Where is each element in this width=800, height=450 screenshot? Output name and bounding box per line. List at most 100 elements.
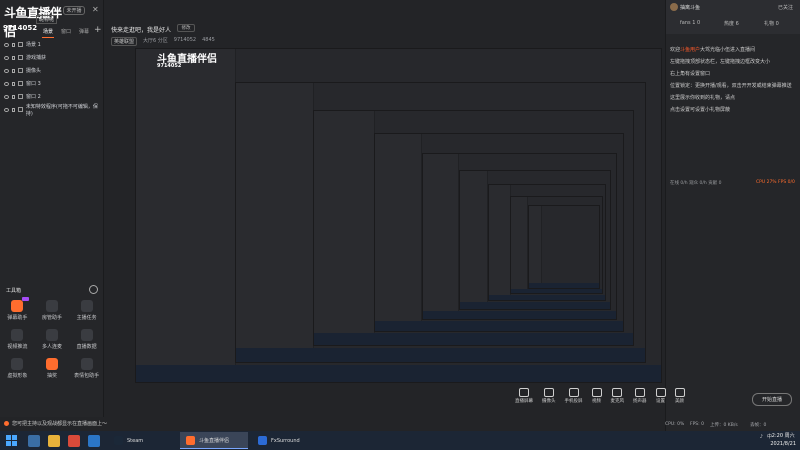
lock-icon[interactable] xyxy=(12,42,15,47)
eye-icon[interactable] xyxy=(4,42,9,47)
tool-icon xyxy=(45,300,58,312)
taskbar-apps: Steam 斗鱼直播伴侣 FxSurround xyxy=(104,432,320,449)
app-label: Steam xyxy=(127,437,144,444)
folder-icon[interactable] xyxy=(48,434,60,447)
source-label: 未知特效程序(可拖不可编辑，保持) xyxy=(25,103,98,117)
mic-control[interactable]: 麦克风 xyxy=(611,388,624,404)
close-icon[interactable]: ✕ xyxy=(92,5,99,14)
lock-icon[interactable] xyxy=(12,68,15,73)
drop-stat: 丢帧：0 xyxy=(750,423,767,428)
follow-status[interactable]: 已关注 xyxy=(778,4,793,11)
speaker-control[interactable]: 扬声器 xyxy=(633,388,647,404)
meta-item: 4845 xyxy=(202,37,215,43)
tool-item[interactable]: 视频推流 xyxy=(0,329,35,350)
control-label: 手机投屏 xyxy=(564,399,583,404)
source-item[interactable]: 窗口 2 xyxy=(0,90,104,103)
app-icon xyxy=(114,436,123,445)
control-label: 直播屏幕 xyxy=(515,399,533,404)
tool-label: 弹幕助手 xyxy=(7,315,28,321)
tool-item[interactable]: 抽奖 xyxy=(35,358,70,379)
source-item[interactable]: 窗口 3 xyxy=(0,77,104,90)
control-label: 美颜 xyxy=(675,399,684,404)
phone-control[interactable]: 手机投屏 xyxy=(565,388,583,404)
toolbox-title: 工具箱 xyxy=(6,288,22,294)
eye-icon[interactable] xyxy=(4,107,9,112)
gear-control[interactable]: 设置 xyxy=(655,388,666,404)
chrome-icon[interactable] xyxy=(68,434,80,447)
screen-control[interactable]: 直播屏幕 xyxy=(515,388,533,404)
tool-label: 多人连麦 xyxy=(41,344,62,350)
control-label: 扬声器 xyxy=(633,399,647,404)
eye-icon[interactable] xyxy=(4,94,9,99)
tool-item[interactable]: 直播数据 xyxy=(69,329,104,350)
category-badge[interactable]: 英雄联盟 xyxy=(111,37,138,46)
source-type-icon xyxy=(17,107,23,112)
chat-stats-right: CPU 27% FPS 0/0 xyxy=(756,180,795,185)
windows-start-icon[interactable] xyxy=(6,434,18,447)
mic-icon xyxy=(612,388,623,397)
app-icon xyxy=(186,435,195,445)
tool-item[interactable]: 主播任务 xyxy=(69,300,104,321)
taskbar-clock[interactable]: 2:20 周六 2021/8/21 xyxy=(770,432,796,448)
beauty-icon xyxy=(674,388,685,397)
source-item[interactable]: 场景 1 xyxy=(0,38,104,51)
mail-icon[interactable] xyxy=(88,434,100,447)
live-status-chip[interactable]: 未开播 xyxy=(63,6,85,15)
windows-taskbar: Steam 斗鱼直播伴侣 FxSurround ♪ 中 2:20 周六 2021/8… xyxy=(0,431,800,450)
tool-icon xyxy=(80,358,93,370)
tool-label: 主播任务 xyxy=(76,315,97,321)
source-item[interactable]: 未知特效程序(可拖不可编辑，保持) xyxy=(0,103,104,117)
streamer-name: 抽离斗鱼 xyxy=(680,5,701,11)
left-panel: 斗鱼直播伴侣 未开播 ✕ 昵称呢 9714052 场景 窗口 弹幕 + 场景 1… xyxy=(0,0,104,431)
user-name[interactable]: 昵称呢 xyxy=(36,15,58,24)
eye-icon[interactable] xyxy=(4,55,9,60)
gear-icon[interactable] xyxy=(89,285,98,294)
avatar[interactable] xyxy=(670,3,678,11)
footer-tip: 您可把主持以及观战都显示在直播画面上～ xyxy=(0,417,665,431)
eye-icon[interactable] xyxy=(4,68,9,73)
taskbar-app[interactable]: Steam xyxy=(108,432,176,449)
tool-item[interactable]: 房管助手 xyxy=(35,300,70,321)
tab-window[interactable]: 窗口 xyxy=(60,28,72,38)
chat-message: 右上角有设置窗口 xyxy=(670,71,711,77)
tool-icon xyxy=(11,329,24,341)
live-preview[interactable]: 斗鱼直播伴侣 9714052 xyxy=(135,48,662,383)
browser-icon[interactable] xyxy=(28,434,40,447)
tool-item[interactable]: 表情包助手 xyxy=(69,358,104,379)
lock-icon[interactable] xyxy=(12,55,15,60)
tab-scene[interactable]: 场景 xyxy=(42,28,55,38)
source-item[interactable]: 游戏捕获 xyxy=(0,51,104,64)
taskbar-app[interactable]: 斗鱼直播伴侣 xyxy=(180,432,248,449)
source-type-icon xyxy=(18,42,23,47)
tool-item[interactable]: 弹幕助手 xyxy=(0,297,35,321)
taskbar-app[interactable]: FxSurround xyxy=(252,432,320,449)
eye-icon[interactable] xyxy=(4,81,9,86)
tool-item[interactable]: 虚拟形象 xyxy=(0,358,35,379)
fps-stat: FPS: 0 xyxy=(690,422,704,427)
chat-message: 欢迎斗鱼用户大驾光临小伍进入直播间 xyxy=(670,47,756,53)
app-label: 斗鱼直播伴侣 xyxy=(199,437,230,444)
source-item[interactable]: 摄像头 xyxy=(0,64,104,77)
stream-title[interactable]: 快来走逛吧，我是好人 xyxy=(111,25,171,34)
chat-message: 位置锁定：更换开播/观看，双击开开发或结束弹幕推送 xyxy=(670,83,792,89)
cpu-stat: CPU: 0% xyxy=(665,422,685,427)
add-scene-button[interactable]: + xyxy=(94,25,102,35)
camera-control[interactable]: 摄像头 xyxy=(542,388,556,404)
source-label: 游戏捕获 xyxy=(26,55,47,61)
edit-title-button[interactable]: 修改 xyxy=(177,24,195,32)
lock-icon[interactable] xyxy=(12,94,15,99)
volume-icon[interactable]: ♪ xyxy=(760,434,763,440)
start-live-button[interactable]: 开始直播 xyxy=(752,393,792,406)
lock-icon[interactable] xyxy=(12,81,15,86)
beauty-control[interactable]: 美颜 xyxy=(674,388,685,404)
chat-list: 欢迎斗鱼用户大驾光临小伍进入直播间 左键拖拽顶部状态栏，左键拖拽边框改变大小 右… xyxy=(666,44,800,116)
tab-danmu[interactable]: 弹幕 xyxy=(78,28,90,38)
lock-icon[interactable] xyxy=(11,107,15,112)
tool-item[interactable]: 多人连麦 xyxy=(35,329,70,350)
source-label: 窗口 2 xyxy=(26,94,41,100)
source-label: 场景 1 xyxy=(26,42,41,48)
source-type-icon xyxy=(18,94,23,99)
video-control[interactable]: 视频 xyxy=(591,388,602,404)
screen-icon xyxy=(519,388,529,397)
tool-icon xyxy=(45,329,58,341)
